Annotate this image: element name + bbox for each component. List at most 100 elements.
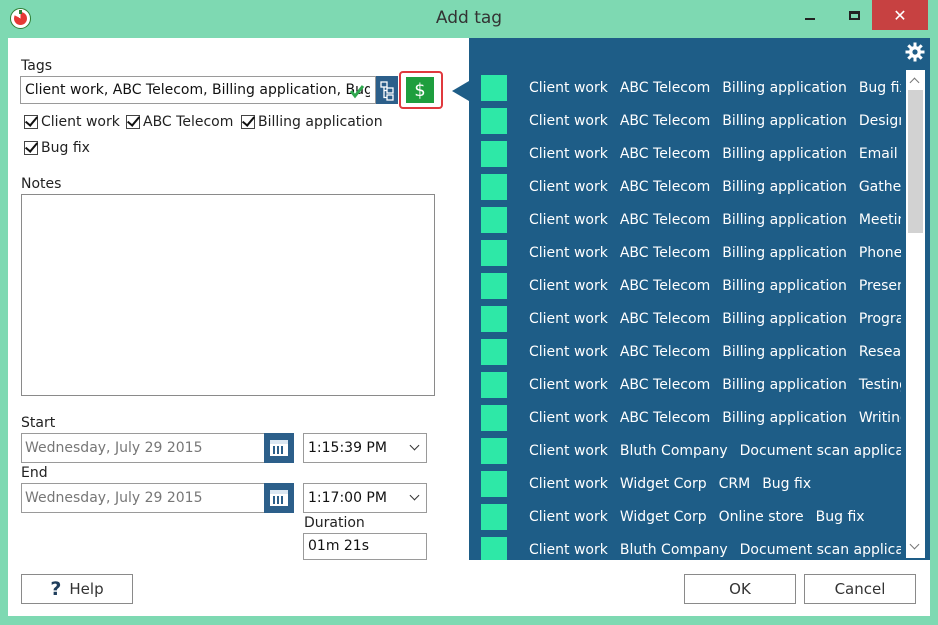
tag-path: Client work ABC Telecom Billing applicatio… [529, 80, 901, 96]
tag-checkbox-billing-application[interactable]: Billing application [241, 114, 383, 130]
tag-segment: Bug fix [858, 80, 901, 96]
tag-color-swatch [481, 372, 507, 398]
tag-segment: Testing [858, 377, 901, 393]
duration-field[interactable]: 01m 21s [303, 533, 427, 560]
ok-button[interactable]: OK [684, 574, 796, 604]
tag-list-item[interactable]: Client work ABC Telecom Billing applicatio… [481, 339, 901, 365]
scroll-down-icon[interactable] [909, 539, 920, 550]
tag-segment: Billing application [722, 377, 847, 393]
tag-segment: ABC Telecom [619, 80, 711, 96]
tag-list-item[interactable]: Client work ABC Telecom Billing applicatio… [481, 174, 901, 200]
tags-input[interactable]: Client work, ABC Telecom, Billing applic… [20, 76, 376, 104]
notes-label: Notes [21, 176, 62, 192]
tag-list-item[interactable]: Client work ABC Telecom Billing applicatio… [481, 240, 901, 266]
tag-list-item[interactable]: Client work Widget Corp CRM Bug fix [481, 471, 901, 497]
close-button[interactable]: ✕ [872, 0, 928, 30]
tag-segment: Client work [529, 311, 608, 327]
tag-path: Client work ABC Telecom Billing applicatio… [529, 311, 901, 327]
chevron-down-icon [409, 490, 420, 501]
tag-color-swatch [481, 174, 507, 200]
tag-suggestion-panel: Client work ABC Telecom Billing applicatio… [469, 38, 930, 560]
tag-checkbox-abc-telecom[interactable]: ABC Telecom [126, 114, 233, 130]
tag-tree-button[interactable] [376, 76, 398, 104]
tag-segment: ABC Telecom [619, 113, 711, 129]
calendar-icon [270, 490, 288, 506]
tag-color-swatch [481, 207, 507, 233]
tag-list-item[interactable]: Client work ABC Telecom Billing applicatio… [481, 141, 901, 167]
tree-structure-icon [380, 81, 394, 101]
maximize-icon [848, 10, 860, 20]
tag-list-item[interactable]: Client work ABC Telecom Billing applicatio… [481, 207, 901, 233]
start-label: Start [21, 415, 56, 431]
tag-segment: Client work [529, 542, 608, 558]
billable-toggle-button[interactable]: $ [406, 77, 434, 103]
tag-list-item[interactable]: Client work ABC Telecom Billing applicatio… [481, 405, 901, 431]
start-calendar-button[interactable] [264, 433, 294, 463]
notes-textarea[interactable] [21, 194, 435, 396]
tag-list-item[interactable]: Client work Bluth Company Document scan ap… [481, 537, 901, 560]
tag-segment: Billing application [722, 245, 847, 261]
tag-segment: Research [858, 344, 901, 360]
close-icon: ✕ [893, 5, 907, 25]
tag-segment: Online store [718, 509, 804, 525]
help-button[interactable]: ? Help [21, 574, 133, 604]
tag-list-item[interactable]: Client work ABC Telecom Billing applicatio… [481, 108, 901, 134]
start-time-dropdown[interactable]: 1:15:39 PM [303, 433, 427, 463]
gear-icon[interactable] [905, 42, 925, 62]
tag-segment: Client work [529, 377, 608, 393]
calendar-icon [270, 440, 288, 456]
scroll-up-icon[interactable] [909, 77, 920, 88]
tag-list-item[interactable]: Client work Bluth Company Document scan ap… [481, 438, 901, 464]
tag-path: Client work ABC Telecom Billing applicatio… [529, 113, 901, 129]
tag-color-swatch [481, 306, 507, 332]
tag-path: Client work Bluth Company Document scan ap… [529, 542, 901, 558]
tag-path: Client work ABC Telecom Billing applicatio… [529, 179, 901, 195]
billable-highlight: $ [399, 71, 443, 109]
tag-list-item[interactable]: Client work ABC Telecom Billing applicatio… [481, 75, 901, 101]
tag-segment: Bug fix [762, 476, 812, 492]
chevron-down-icon [409, 440, 420, 451]
tag-path: Client work ABC Telecom Billing applicatio… [529, 344, 901, 360]
tag-segment: CRM [718, 476, 751, 492]
tag-color-swatch [481, 75, 507, 101]
tag-checkbox-bug-fix[interactable]: Bug fix [24, 140, 90, 156]
tag-color-swatch [481, 108, 507, 134]
maximize-button[interactable] [834, 0, 874, 30]
tags-input-value: Client work, ABC Telecom, Billing applic… [25, 82, 370, 98]
end-time-dropdown[interactable]: 1:17:00 PM [303, 483, 427, 513]
tag-segment: ABC Telecom [619, 146, 711, 162]
end-calendar-button[interactable] [264, 483, 294, 513]
title-bar[interactable]: Add tag ✕ [0, 0, 938, 36]
tag-segment: Billing application [722, 311, 847, 327]
tag-color-swatch [481, 339, 507, 365]
tag-list-item[interactable]: Client work Widget Corp Online store Bug fi… [481, 504, 901, 530]
tag-segment: Client work [529, 443, 608, 459]
tag-color-swatch [481, 438, 507, 464]
start-date-field[interactable]: Wednesday, July 29 2015 [21, 433, 265, 463]
tag-segment: Widget Corp [619, 509, 707, 525]
cancel-button[interactable]: Cancel [804, 574, 916, 604]
tag-color-swatch [481, 240, 507, 266]
tag-color-swatch [481, 141, 507, 167]
help-question-icon: ? [50, 578, 62, 600]
end-date-field[interactable]: Wednesday, July 29 2015 [21, 483, 265, 513]
minimize-button[interactable] [790, 0, 830, 30]
tag-segment: Client work [529, 476, 608, 492]
tag-segment: Phone [858, 245, 901, 261]
tag-segment: Presentatio [858, 278, 901, 294]
tag-segment: Client work [529, 509, 608, 525]
tag-segment: Client work [529, 212, 608, 228]
tag-list-item[interactable]: Client work ABC Telecom Billing applicatio… [481, 273, 901, 299]
tag-list-item[interactable]: Client work ABC Telecom Billing applicatio… [481, 372, 901, 398]
checkbox-checked-icon [241, 115, 255, 129]
tag-list-item[interactable]: Client work ABC Telecom Billing applicatio… [481, 306, 901, 332]
tag-segment: Bluth Company [619, 542, 728, 558]
tags-label: Tags [21, 58, 52, 74]
tag-list-scrollbar[interactable] [906, 70, 925, 558]
tag-checkbox-client-work[interactable]: Client work [24, 114, 120, 130]
tag-segment: Client work [529, 344, 608, 360]
tag-segment: Billing application [722, 179, 847, 195]
tag-segment: Billing application [722, 146, 847, 162]
scrollbar-thumb[interactable] [908, 90, 923, 233]
tag-segment: Bug fix [815, 509, 865, 525]
